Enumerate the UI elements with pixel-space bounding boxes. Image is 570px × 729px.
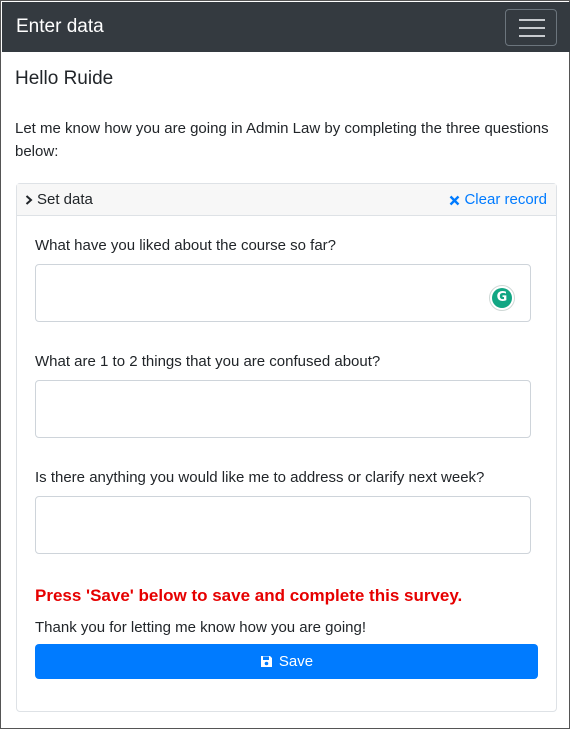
navbar: Enter data xyxy=(2,2,570,52)
set-data-toggle[interactable]: Set data xyxy=(37,191,93,209)
hamburger-menu-icon xyxy=(519,19,545,37)
clear-record-button[interactable]: Clear record xyxy=(449,191,547,209)
clear-record-label: Clear record xyxy=(464,191,547,208)
question-3-label: Is there anything you would like me to a… xyxy=(35,469,485,486)
greeting-heading: Hello Ruide xyxy=(15,68,114,89)
save-warning-text: Press 'Save' below to save and complete … xyxy=(35,586,463,605)
close-icon xyxy=(450,195,460,205)
thanks-text: Thank you for letting me know how you ar… xyxy=(35,619,367,636)
save-button[interactable]: Save xyxy=(35,644,538,679)
chevron-right-icon[interactable] xyxy=(25,195,33,205)
save-button-label: Save xyxy=(278,653,314,670)
question-3-input[interactable] xyxy=(35,496,531,554)
grammarly-icon[interactable]: G xyxy=(489,285,515,311)
question-2-input[interactable] xyxy=(35,380,531,438)
survey-card: Set data Clear record What have you like… xyxy=(16,183,557,712)
navbar-toggler-button[interactable] xyxy=(505,9,557,46)
question-1-label: What have you liked about the course so … xyxy=(35,237,337,254)
question-1-input[interactable] xyxy=(35,264,531,322)
grammarly-g-glyph: G xyxy=(492,288,512,308)
floppy-disk-icon xyxy=(260,656,272,667)
app-frame: Enter data Hello Ruide Let me know how y… xyxy=(0,0,570,729)
navbar-title: Enter data xyxy=(16,16,104,37)
question-2-label: What are 1 to 2 things that you are conf… xyxy=(35,353,381,370)
intro-text: Let me know how you are going in Admin L… xyxy=(15,120,549,160)
card-header: Set data Clear record xyxy=(17,184,556,216)
